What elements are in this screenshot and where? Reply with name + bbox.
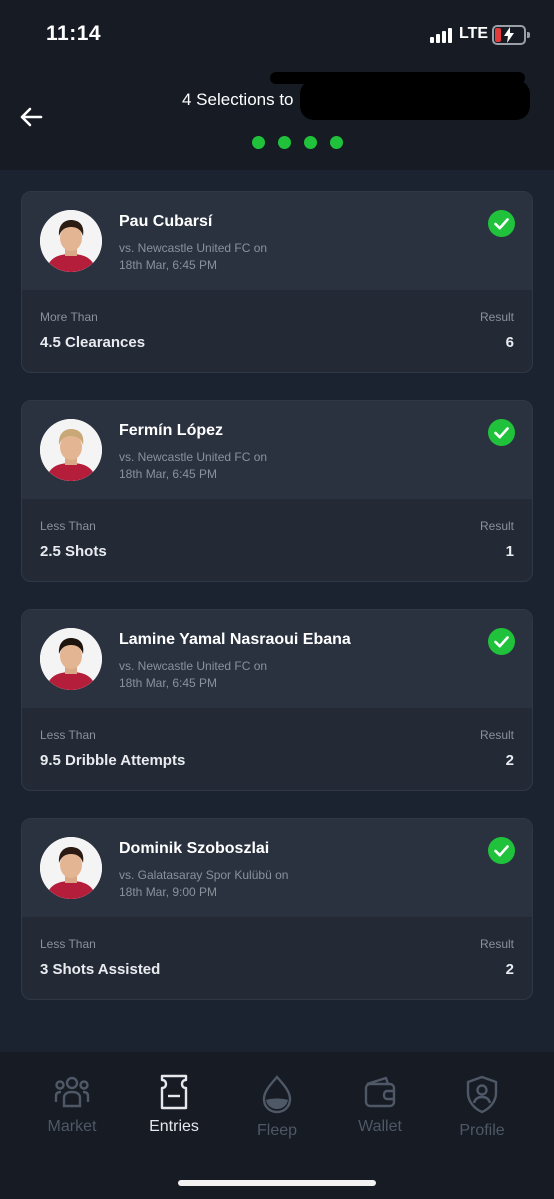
- match-opponent: vs. Newcastle United FC on: [119, 659, 268, 673]
- status-time: 11:14: [46, 22, 102, 45]
- selection-card[interactable]: Fermín López vs. Newcastle United FC on …: [21, 400, 533, 582]
- step-dot: [330, 136, 343, 149]
- player-name: Dominik Szoboszlai: [119, 840, 270, 857]
- check-circle-icon: [488, 419, 515, 446]
- player-avatar: [40, 210, 102, 272]
- bet-direction: Less Than: [40, 937, 96, 951]
- bet-line: 3 Shots Assisted: [40, 961, 161, 978]
- step-dot: [304, 136, 317, 149]
- player-name: Fermín López: [119, 422, 224, 439]
- selection-card-header: Dominik Szoboszlai vs. Galatasaray Spor …: [22, 819, 532, 917]
- player-avatar: [40, 419, 102, 481]
- result-label: Result: [479, 310, 514, 324]
- tab-wallet[interactable]: Wallet: [330, 1074, 430, 1164]
- selection-card[interactable]: Dominik Szoboszlai vs. Galatasaray Spor …: [21, 818, 533, 1000]
- player-avatar: [40, 837, 102, 899]
- match-date: 18th Mar, 9:00 PM: [119, 885, 218, 899]
- wallet-icon: [364, 1076, 396, 1108]
- redaction-mark: [300, 80, 530, 120]
- match-date: 18th Mar, 6:45 PM: [119, 676, 218, 690]
- tab-entries[interactable]: Entries: [124, 1074, 224, 1164]
- check-circle-icon: [488, 628, 515, 655]
- check-circle-icon: [488, 210, 515, 237]
- tab-label: Market: [47, 1118, 97, 1135]
- result-value: 1: [505, 543, 514, 560]
- match-opponent: vs. Newcastle United FC on: [119, 241, 268, 255]
- status-bar: 11:14 LTE: [0, 0, 554, 70]
- bet-line: 2.5 Shots: [40, 543, 107, 560]
- tab-profile[interactable]: Profile: [432, 1074, 532, 1164]
- bet-line: 4.5 Clearances: [40, 334, 146, 351]
- bet-line: 9.5 Dribble Attempts: [40, 752, 186, 769]
- selection-card-header: Lamine Yamal Nasraoui Ebana vs. Newcastl…: [22, 610, 532, 708]
- signal-icon: [430, 27, 454, 43]
- match-opponent: vs. Galatasaray Spor Kulübü on: [119, 868, 289, 882]
- result-value: 2: [505, 961, 514, 978]
- tab-label: Profile: [459, 1122, 505, 1139]
- selection-card-header: Pau Cubarsí vs. Newcastle United FC on 1…: [22, 192, 532, 290]
- top-header: 11:14 LTE 4 Selections to: [0, 0, 554, 170]
- match-date: 18th Mar, 6:45 PM: [119, 258, 218, 272]
- result-label: Result: [479, 519, 514, 533]
- network-label: LTE: [459, 25, 489, 42]
- check-circle-icon: [488, 837, 515, 864]
- page-title: 4 Selections to: [182, 90, 294, 109]
- player-avatar: [40, 628, 102, 690]
- step-dot: [252, 136, 265, 149]
- tab-fleep[interactable]: Fleep: [227, 1074, 327, 1164]
- shield-user-icon: [466, 1075, 498, 1114]
- result-label: Result: [479, 937, 514, 951]
- selection-card[interactable]: Pau Cubarsí vs. Newcastle United FC on 1…: [21, 191, 533, 373]
- users-icon: [54, 1076, 90, 1108]
- selection-card-header: Fermín López vs. Newcastle United FC on …: [22, 401, 532, 499]
- bottom-tab-bar: Market Entries Fleep Wallet Profile: [0, 1052, 554, 1199]
- match-date: 18th Mar, 6:45 PM: [119, 467, 218, 481]
- result-value: 2: [505, 752, 514, 769]
- battery-charging-icon: [492, 25, 530, 45]
- home-indicator: [178, 1180, 376, 1186]
- back-arrow-icon[interactable]: [18, 104, 44, 130]
- tab-label: Entries: [149, 1118, 199, 1135]
- player-name: Lamine Yamal Nasraoui Ebana: [119, 631, 351, 648]
- tab-label: Fleep: [256, 1122, 298, 1139]
- match-opponent: vs. Newcastle United FC on: [119, 450, 268, 464]
- result-value: 6: [505, 334, 514, 351]
- bet-direction: More Than: [40, 310, 98, 324]
- bet-direction: Less Than: [40, 728, 96, 742]
- selection-card[interactable]: Lamine Yamal Nasraoui Ebana vs. Newcastl…: [21, 609, 533, 791]
- tab-label: Wallet: [358, 1118, 402, 1135]
- ticket-icon: [160, 1074, 188, 1110]
- bet-direction: Less Than: [40, 519, 96, 533]
- result-label: Result: [479, 728, 514, 742]
- player-name: Pau Cubarsí: [119, 213, 213, 230]
- drop-icon: [262, 1075, 292, 1114]
- tab-market[interactable]: Market: [22, 1074, 122, 1164]
- step-dot: [278, 136, 291, 149]
